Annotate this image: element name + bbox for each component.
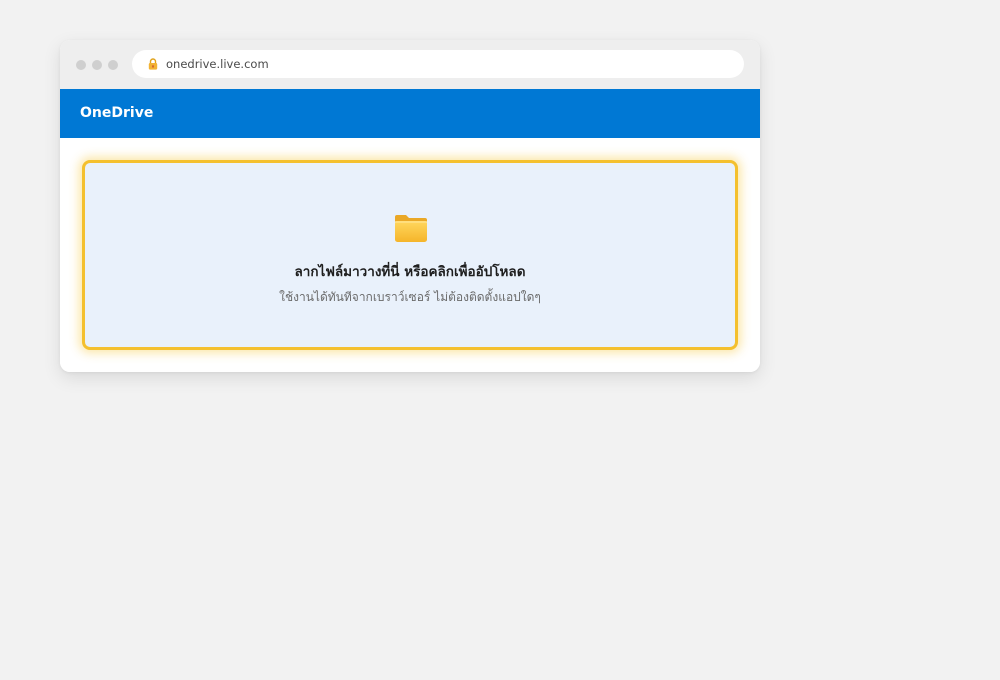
main-content: ลากไฟล์มาวางที่นี่ หรือคลิกเพื่ออัปโหลด …: [60, 138, 760, 372]
window-minimize-button[interactable]: [92, 60, 102, 70]
drop-zone-subtitle: ใช้งานได้ทันทีจากเบราว์เซอร์ ไม่ต้องติดต…: [279, 290, 541, 304]
lock-icon: [148, 58, 158, 70]
app-title[interactable]: OneDrive: [80, 104, 153, 122]
app-header: OneDrive: [60, 89, 760, 138]
address-bar[interactable]: onedrive.live.com: [132, 50, 744, 78]
drop-zone-title: ลากไฟล์มาวางที่นี่ หรือคลิกเพื่ออัปโหลด: [294, 264, 526, 280]
url-text: onedrive.live.com: [166, 57, 269, 71]
window-close-button[interactable]: [76, 60, 86, 70]
folder-icon: [395, 215, 427, 242]
browser-toolbar: onedrive.live.com: [60, 40, 760, 89]
browser-window: onedrive.live.com OneDrive ลากไฟล์มาวางท…: [60, 40, 760, 372]
file-drop-zone[interactable]: ลากไฟล์มาวางที่นี่ หรือคลิกเพื่ออัปโหลด …: [82, 160, 738, 350]
window-maximize-button[interactable]: [108, 60, 118, 70]
